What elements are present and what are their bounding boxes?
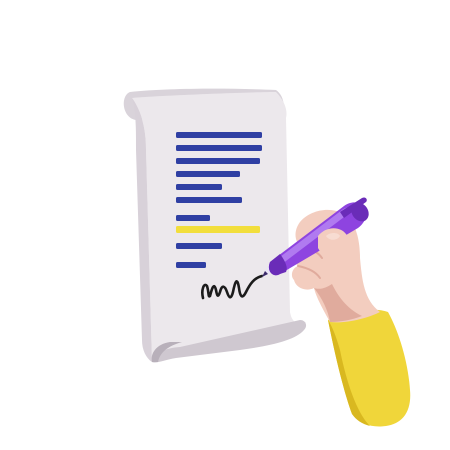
- text-line: [176, 171, 240, 177]
- text-line: [176, 215, 210, 221]
- highlight-line: [176, 226, 260, 233]
- sleeve: [328, 309, 411, 427]
- contract-signing-scene: [123, 88, 411, 427]
- text-line: [176, 145, 262, 151]
- text-line: [176, 197, 242, 203]
- signing-illustration: [0, 0, 450, 450]
- text-line: [176, 243, 222, 249]
- text-line: [176, 184, 222, 190]
- text-line: [176, 158, 260, 164]
- text-line: [176, 132, 262, 138]
- text-line: [176, 262, 206, 268]
- document-scroll-icon: [123, 88, 307, 363]
